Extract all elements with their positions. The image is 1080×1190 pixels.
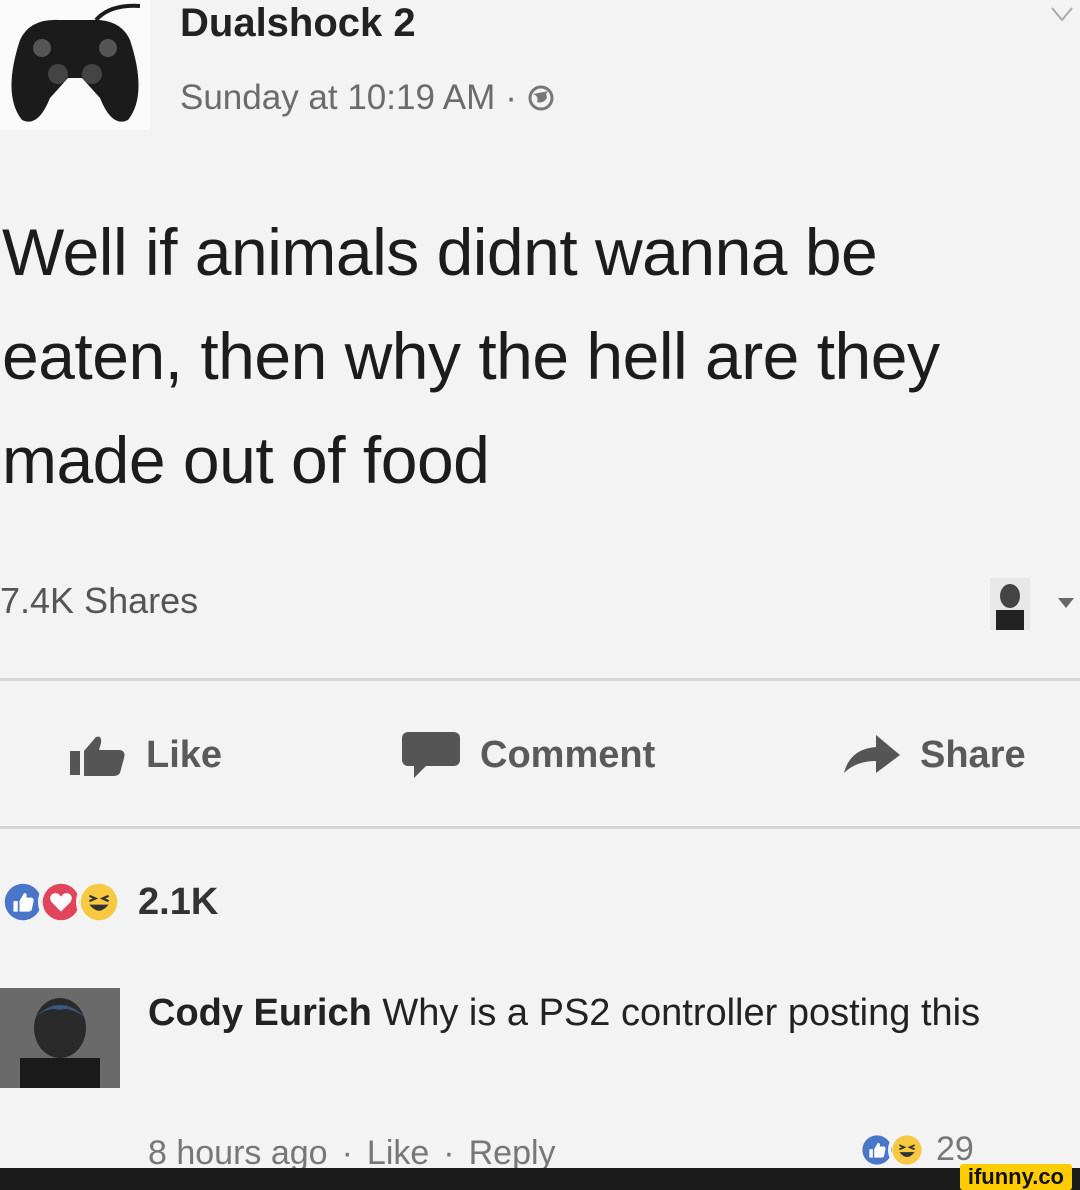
- comment-reactions[interactable]: 29: [858, 1130, 974, 1169]
- post-meta: Sunday at 10:19 AM ·: [180, 76, 555, 120]
- reaction-count: 2.1K: [138, 880, 219, 923]
- haha-reaction-icon: [76, 879, 122, 925]
- divider: [0, 678, 1080, 681]
- commenter-avatar[interactable]: [0, 988, 120, 1088]
- comment-text: Why is a PS2 controller posting this: [371, 992, 981, 1034]
- face-icon: [996, 584, 1024, 630]
- haha-reaction-icon: [888, 1130, 926, 1169]
- shares-count[interactable]: 7.4K Shares: [0, 580, 198, 622]
- audience-chevron-icon[interactable]: [1056, 596, 1076, 610]
- comment-body: Cody Eurich Why is a PS2 controller post…: [148, 984, 1048, 1042]
- commenter-name[interactable]: Cody Eurich: [148, 992, 372, 1034]
- like-label: Like: [146, 733, 223, 776]
- meta-separator: ·: [505, 78, 517, 117]
- footer-bar: [0, 1168, 1080, 1190]
- comment-label: Comment: [480, 733, 656, 776]
- profile-photo-icon: [0, 988, 120, 1088]
- divider: [0, 826, 1080, 829]
- ps2-controller-icon: [11, 3, 141, 122]
- globe-icon: [528, 85, 554, 111]
- post-timestamp[interactable]: Sunday at 10:19 AM: [180, 76, 495, 120]
- share-arrow-icon: [844, 735, 900, 773]
- ifunny-watermark: ifunny.co: [959, 1164, 1072, 1190]
- post-author-name[interactable]: Dualshock 2: [180, 0, 416, 46]
- post-options-chevron-icon[interactable]: [1048, 0, 1076, 28]
- share-button[interactable]: Share: [842, 725, 1026, 785]
- sharer-avatar[interactable]: [990, 578, 1030, 630]
- comment-bubble-icon: [402, 732, 460, 778]
- author-avatar[interactable]: [0, 0, 150, 130]
- share-label: Share: [920, 733, 1026, 776]
- thumbs-up-icon: [70, 736, 125, 776]
- post-text: Well if animals didnt wanna be eaten, th…: [2, 215, 940, 497]
- reaction-summary[interactable]: 2.1K: [0, 872, 218, 932]
- comment-button[interactable]: Comment: [400, 725, 655, 785]
- like-button[interactable]: Like: [68, 725, 222, 785]
